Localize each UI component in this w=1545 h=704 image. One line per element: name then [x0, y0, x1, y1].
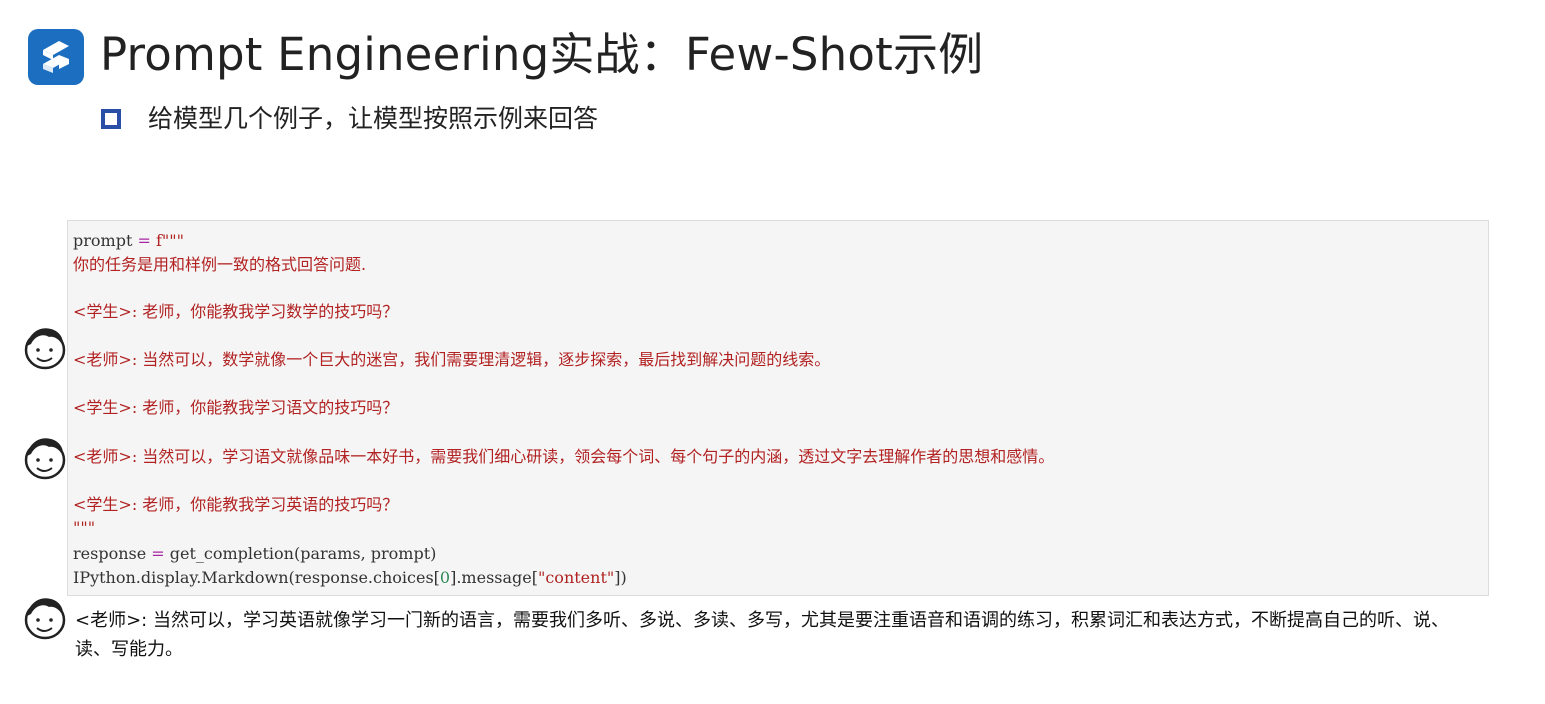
code-call: get_completion(params, prompt) [169, 544, 437, 563]
code-line-prompt: prompt = f""" [73, 229, 184, 253]
code-line-question-3: <学生>: 老师，你能教我学习英语的技巧吗？ [73, 495, 399, 514]
code-display-a: IPython.display.Markdown(response.choice… [73, 568, 440, 587]
bullet-text: 给模型几个例子，让模型按照示例来回答 [148, 104, 599, 133]
smiley-face-icon [23, 434, 67, 480]
code-line-display: IPython.display.Markdown(response.choice… [73, 566, 627, 590]
code-operator: = [146, 544, 170, 563]
cell-output-text: <老师>: 当然可以，学习英语就像学习一门新的语言，需要我们多听、多说、多读、多… [75, 610, 1449, 660]
code-line-answer-2: <老师>: 当然可以，学习语文就像品味一本好书，需要我们细心研读，领会每个词、每… [73, 447, 1055, 466]
code-var-response: response [73, 544, 147, 563]
code-string-open: f""" [155, 231, 184, 250]
code-line-question-1: <学生>: 老师，你能教我学习数学的技巧吗？ [73, 302, 399, 321]
code-line-task: 你的任务是用和样例一致的格式回答问题. [73, 255, 367, 274]
code-display-b: ].message[ [450, 568, 538, 587]
square-bullet-icon [101, 109, 121, 129]
code-line-question-2: <学生>: 老师，你能教我学习语文的技巧吗？ [73, 398, 399, 417]
smiley-face-icon [23, 594, 67, 640]
code-key: "content" [537, 568, 615, 587]
smiley-face-icon [23, 324, 67, 370]
brand-logo-icon [28, 29, 84, 85]
code-index: 0 [439, 568, 451, 587]
code-var-prompt: prompt [73, 231, 133, 250]
code-line-close-quote: """ [73, 518, 96, 537]
page-title: Prompt Engineering实战：Few-Shot示例 [100, 28, 984, 81]
code-line-response: response = get_completion(params, prompt… [73, 542, 436, 566]
code-operator: = [132, 231, 156, 250]
code-display-c: ]) [614, 568, 627, 587]
code-line-answer-1: <老师>: 当然可以，数学就像一个巨大的迷宫，我们需要理清逻辑，逐步探索，最后找… [73, 350, 831, 369]
